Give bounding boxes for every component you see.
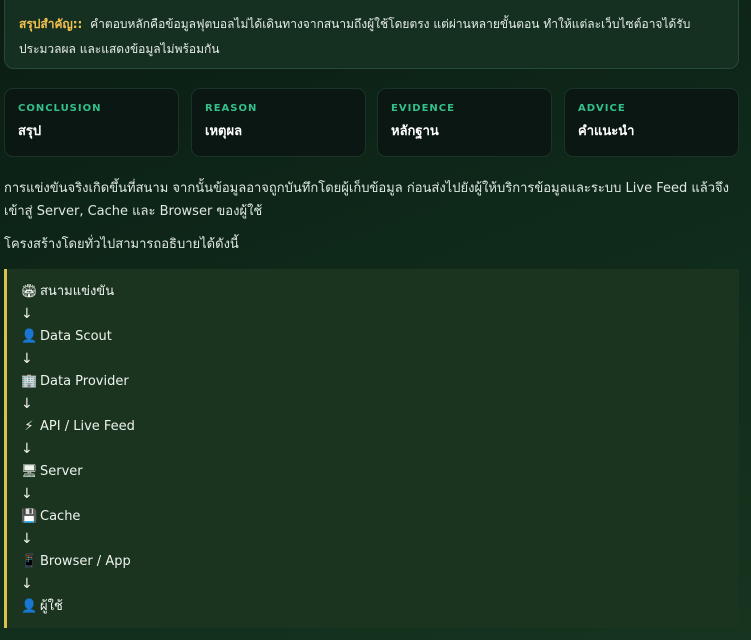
flow-step-server: 🖥 Server xyxy=(21,461,739,483)
card-key: ADVICE xyxy=(578,103,626,114)
card-value: สรุป xyxy=(18,124,42,139)
intro-paragraph: การแข่งขันจริงเกิดขึ้นที่สนาม จากนั้นข้อ… xyxy=(4,181,729,219)
card-conclusion[interactable]: CONCLUSION สรุป xyxy=(4,88,179,157)
card-key: CONCLUSION xyxy=(18,103,102,114)
down-arrow-icon: ↓ xyxy=(21,351,33,367)
flow-step-stadium: 🏟 สนามแข่งขัน xyxy=(21,281,739,303)
person-icon: 👤 xyxy=(21,329,38,344)
flow-step-label: Browser / App xyxy=(40,554,131,569)
flow-step-label: API / Live Feed xyxy=(40,419,135,434)
building-icon: 🏢 xyxy=(21,374,38,389)
down-arrow-icon: ↓ xyxy=(21,396,33,412)
card-reason[interactable]: REASON เหตุผล xyxy=(191,88,366,157)
down-arrow-icon: ↓ xyxy=(21,306,33,322)
stadium-icon: 🏟 xyxy=(21,284,38,299)
card-row: CONCLUSION สรุป REASON เหตุผล EVIDENCE ห… xyxy=(4,88,739,157)
structure-intro: โครงสร้างโดยทั่วไปสามารถอธิบายได้ดังนี้ xyxy=(4,237,239,252)
flow-step-cache: 💾 Cache xyxy=(21,506,739,528)
flow-step-api: ⚡ API / Live Feed xyxy=(21,416,739,438)
user-icon: 👤 xyxy=(21,599,38,614)
down-arrow-icon: ↓ xyxy=(21,486,33,502)
flow-step-data-scout: 👤 Data Scout xyxy=(21,326,739,348)
flow-step-label: Cache xyxy=(40,509,81,524)
flow-step-label: Server xyxy=(40,464,83,479)
mobile-phone-icon: 📱 xyxy=(21,554,38,569)
card-value: เหตุผล xyxy=(205,124,243,139)
summary-text: คำตอบหลักคือข้อมูลฟุตบอลไม่ได้เดินทางจาก… xyxy=(19,17,691,56)
floppy-disk-icon: 💾 xyxy=(21,509,38,524)
flow-step-data-provider: 🏢 Data Provider xyxy=(21,371,739,393)
lightning-icon: ⚡ xyxy=(24,419,34,434)
card-key: EVIDENCE xyxy=(391,103,455,114)
down-arrow-icon: ↓ xyxy=(21,441,33,457)
flow-step-label: ผู้ใช้ xyxy=(40,599,63,614)
flow-step-user: 👤 ผู้ใช้ xyxy=(21,596,739,618)
data-flow-diagram: 🏟 สนามแข่งขัน ↓ 👤 Data Scout ↓ 🏢 Data Provi… xyxy=(4,269,739,628)
card-key: REASON xyxy=(205,103,258,114)
down-arrow-icon: ↓ xyxy=(21,531,33,547)
flow-step-label: Data Scout xyxy=(40,329,112,344)
card-evidence[interactable]: EVIDENCE หลักฐาน xyxy=(377,88,552,157)
summary-box: สรุปสำคัญ:: คำตอบหลักคือข้อมูลฟุตบอลไม่ไ… xyxy=(4,0,739,69)
card-value: คำแนะนำ xyxy=(578,124,635,139)
card-value: หลักฐาน xyxy=(391,124,439,139)
flow-step-label: Data Provider xyxy=(40,374,129,389)
card-advice[interactable]: ADVICE คำแนะนำ xyxy=(564,88,739,157)
flow-step-label: สนามแข่งขัน xyxy=(40,284,115,299)
summary-label: สรุปสำคัญ:: xyxy=(19,17,83,31)
down-arrow-icon: ↓ xyxy=(21,576,33,592)
flow-step-browser: 📱 Browser / App xyxy=(21,551,739,573)
monitor-icon: 🖥 xyxy=(21,464,38,479)
